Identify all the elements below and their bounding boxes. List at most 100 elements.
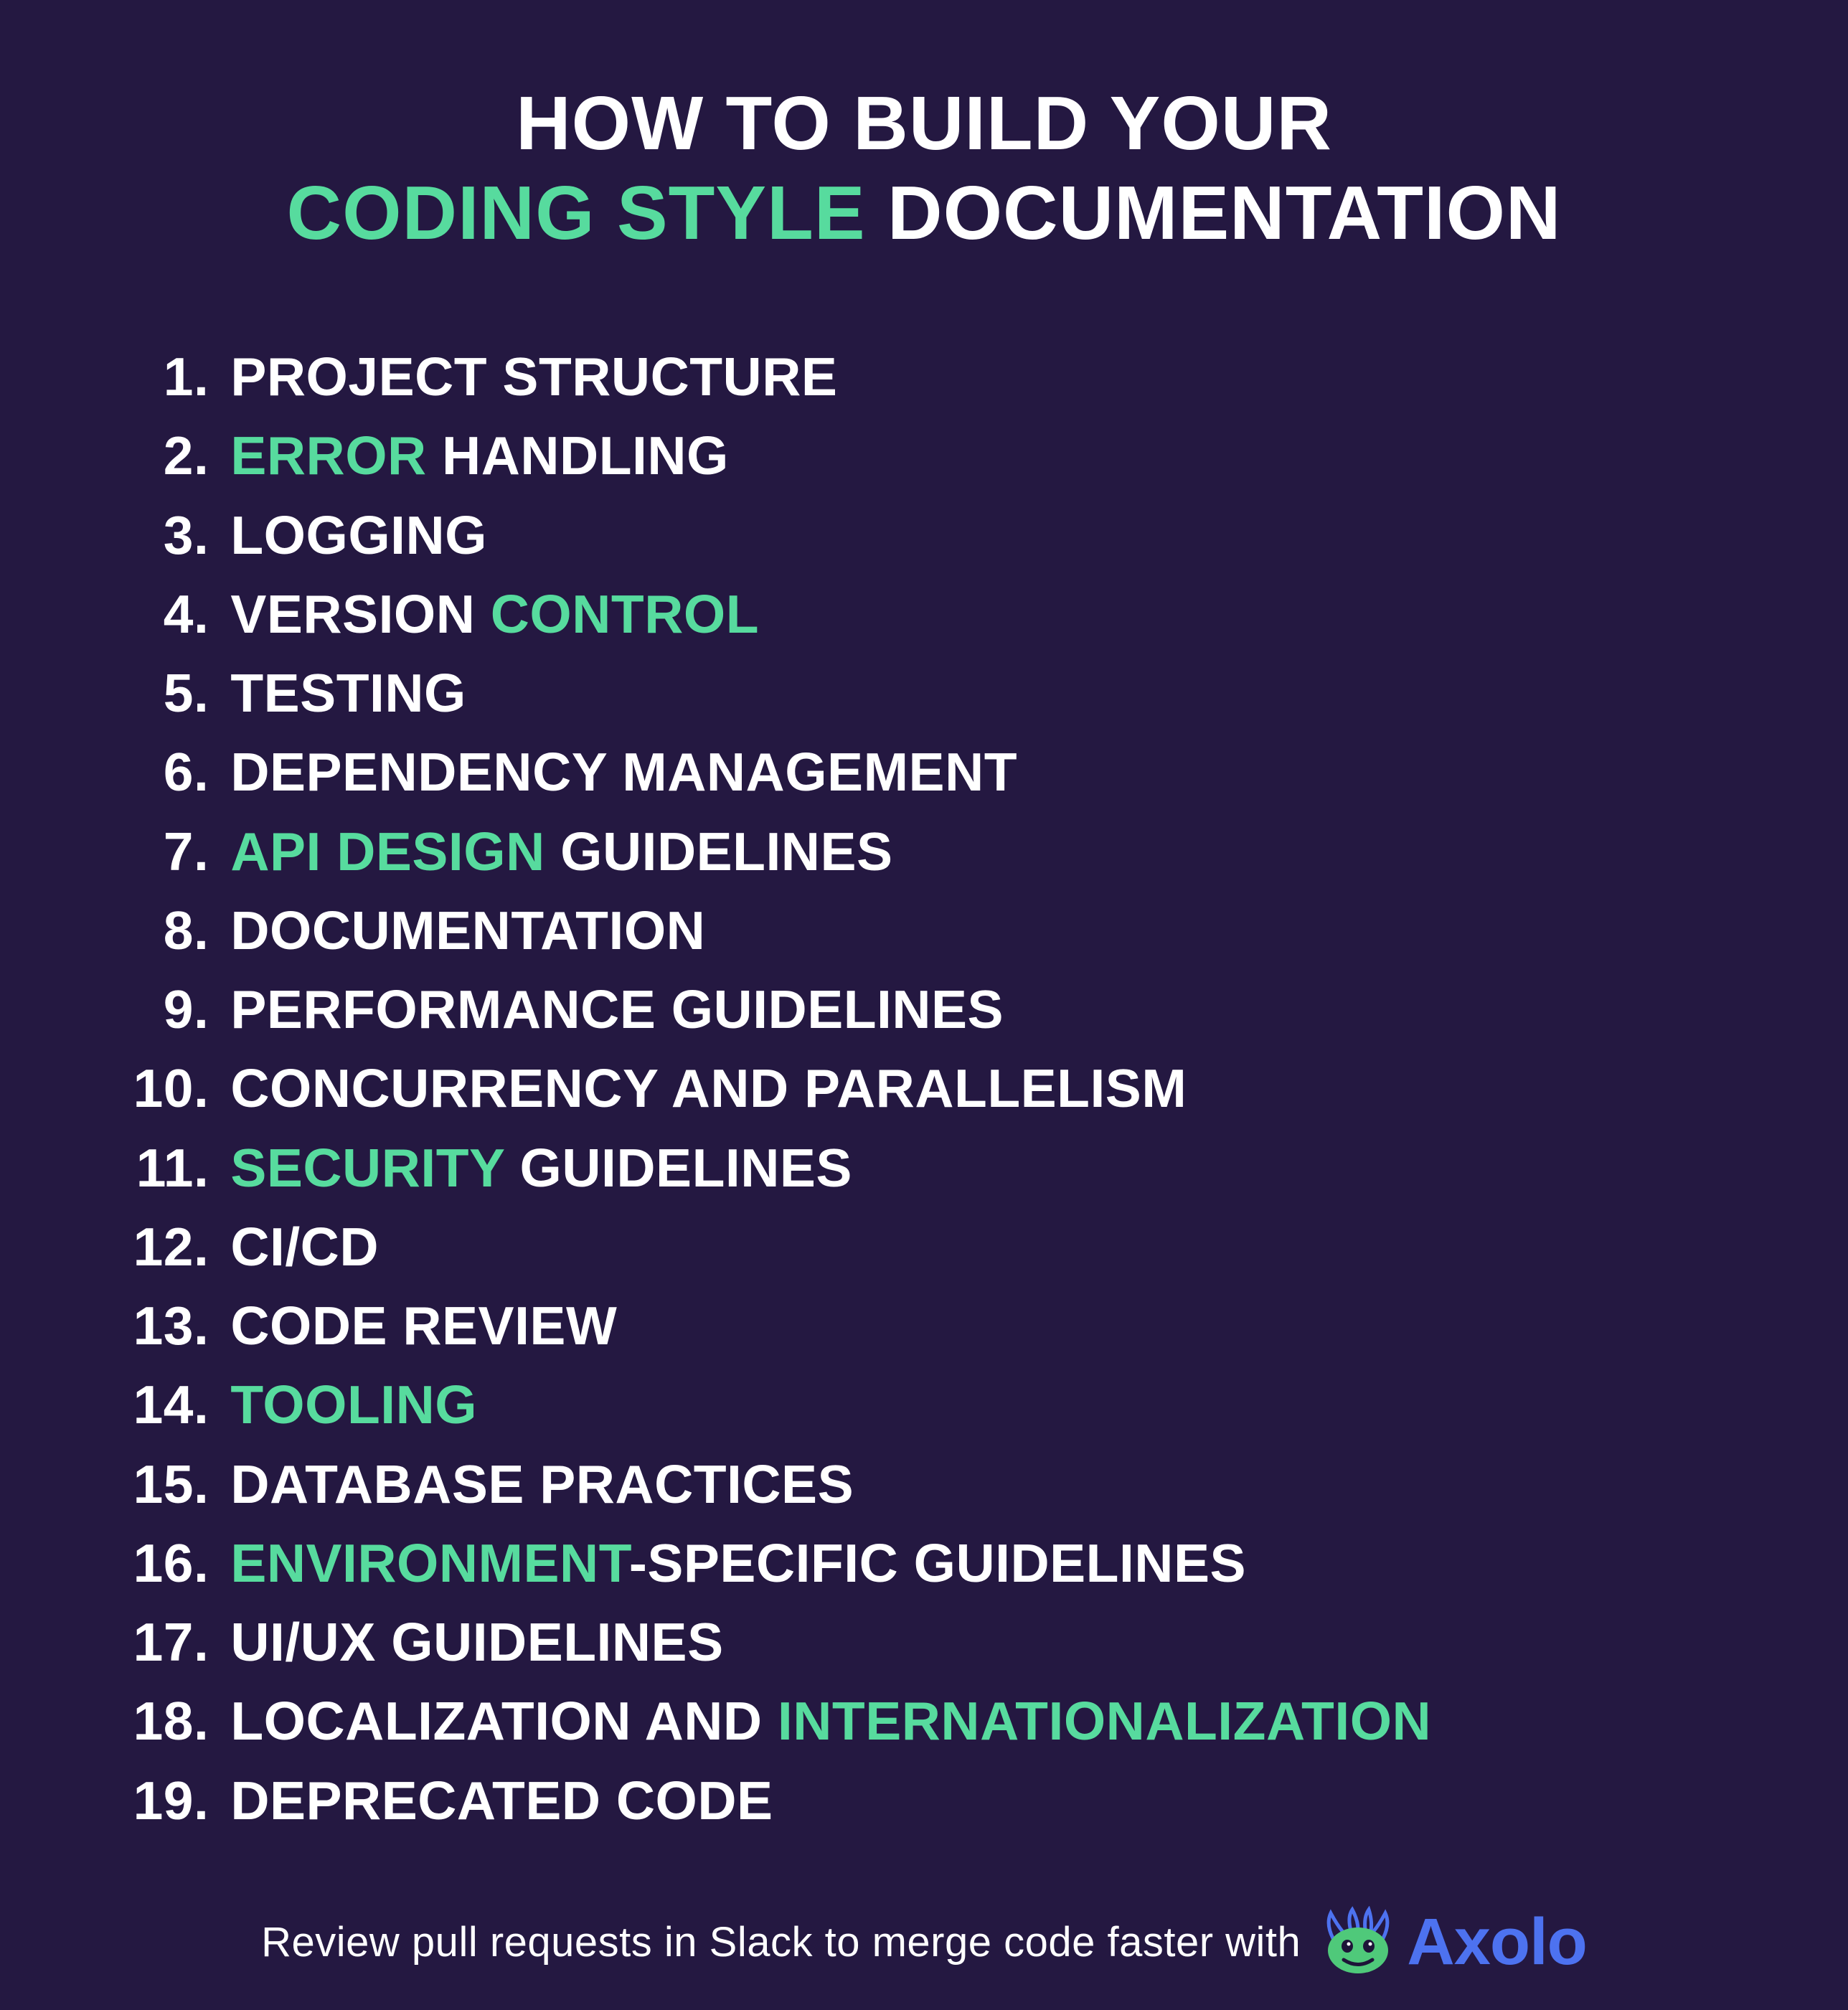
item-number: 9 (93, 970, 194, 1049)
item-text-accent: ENVIRONMENT (230, 1533, 629, 1593)
list-item: 3. LOGGING (93, 496, 1776, 575)
item-text-accent: INTERNATIONALIZATION (778, 1691, 1431, 1751)
item-text: DATABASE PRACTICES (230, 1445, 1776, 1524)
item-text-plain: PROJECT STRUCTURE (230, 346, 837, 407)
item-number: 3 (93, 496, 194, 575)
item-text-plain: TESTING (230, 663, 466, 723)
list-item: 19. DEPRECATED CODE (93, 1761, 1776, 1840)
item-dot: . (194, 1445, 209, 1524)
item-text: LOGGING (230, 496, 1776, 575)
title-line1: HOW TO BUILD YOUR (516, 81, 1332, 166)
item-text-plain: CODE REVIEW (230, 1296, 617, 1356)
item-number: 6 (93, 732, 194, 811)
item-text-plain: GUIDELINES (504, 1138, 852, 1198)
list-item: 10. CONCURRENCY AND PARALLELISM (93, 1049, 1776, 1128)
item-dot: . (194, 1286, 209, 1365)
topic-list: 1. PROJECT STRUCTURE 2. ERROR HANDLING 3. LOG… (72, 337, 1776, 1840)
item-text-plain: DATABASE PRACTICES (230, 1454, 854, 1514)
footer-text: Review pull requests in Slack to merge c… (261, 1918, 1301, 1966)
item-number: 5 (93, 654, 194, 732)
item-text: DEPRECATED CODE (230, 1761, 1776, 1840)
item-number: 4 (93, 575, 194, 654)
axolo-icon (1322, 1906, 1394, 1978)
item-text: ENVIRONMENT-SPECIFIC GUIDELINES (230, 1524, 1776, 1603)
item-text: SECURITY GUIDELINES (230, 1128, 1776, 1207)
item-text: TOOLING (230, 1365, 1776, 1444)
item-dot: . (194, 496, 209, 575)
item-number: 8 (93, 891, 194, 970)
item-number: 1 (93, 337, 194, 416)
item-text: CI/CD (230, 1207, 1776, 1286)
list-item: 2. ERROR HANDLING (93, 416, 1776, 495)
list-item: 15. DATABASE PRACTICES (93, 1445, 1776, 1524)
item-text-plain: VERSION (230, 584, 490, 644)
list-item: 6. DEPENDENCY MANAGEMENT (93, 732, 1776, 811)
item-text: CONCURRENCY AND PARALLELISM (230, 1049, 1776, 1128)
item-dot: . (194, 1049, 209, 1128)
item-text: CODE REVIEW (230, 1286, 1776, 1365)
list-item: 7. API DESIGN GUIDELINES (93, 812, 1776, 891)
list-item: 14.TOOLING (93, 1365, 1776, 1444)
item-text-plain: DEPRECATED CODE (230, 1770, 773, 1831)
item-text-plain: CONCURRENCY AND PARALLELISM (230, 1058, 1187, 1118)
item-text-plain: LOGGING (230, 505, 487, 565)
item-text-plain: LOCALIZATION AND (230, 1691, 778, 1751)
item-dot: . (194, 337, 209, 416)
item-number: 15 (93, 1445, 194, 1524)
item-text: TESTING (230, 654, 1776, 732)
list-item: 4. VERSION CONTROL (93, 575, 1776, 654)
item-text: DOCUMENTATION (230, 891, 1776, 970)
item-text: ERROR HANDLING (230, 416, 1776, 495)
item-number: 11 (93, 1128, 194, 1207)
item-dot: . (194, 1524, 209, 1603)
item-number: 17 (93, 1603, 194, 1681)
item-number: 16 (93, 1524, 194, 1603)
item-text-accent: API DESIGN (230, 821, 544, 882)
page-container: HOW TO BUILD YOUR CODING STYLE DOCUMENTA… (0, 0, 1848, 2010)
item-text: PROJECT STRUCTURE (230, 337, 1776, 416)
item-dot: . (194, 1128, 209, 1207)
item-text-accent: CONTROL (491, 584, 759, 644)
item-text-accent: ERROR (230, 425, 426, 486)
item-number: 13 (93, 1286, 194, 1365)
item-dot: . (194, 654, 209, 732)
list-item: 1. PROJECT STRUCTURE (93, 337, 1776, 416)
item-dot: . (194, 1761, 209, 1840)
item-text-accent: TOOLING (230, 1374, 477, 1435)
item-text-plain: UI/UX GUIDELINES (230, 1612, 723, 1672)
item-text: LOCALIZATION AND INTERNATIONALIZATION (230, 1681, 1776, 1760)
title-line2-accent: CODING STYLE (287, 171, 866, 255)
item-text-plain: PERFORMANCE GUIDELINES (230, 979, 1004, 1039)
item-number: 18 (93, 1681, 194, 1760)
item-text-plain: HANDLING (427, 425, 729, 486)
item-text: DEPENDENCY MANAGEMENT (230, 732, 1776, 811)
item-dot: . (194, 812, 209, 891)
list-item: 17. UI/UX GUIDELINES (93, 1603, 1776, 1681)
page-title: HOW TO BUILD YOUR CODING STYLE DOCUMENTA… (72, 79, 1776, 258)
item-text-plain: -SPECIFIC GUIDELINES (629, 1533, 1246, 1593)
item-dot: . (194, 1603, 209, 1681)
item-dot: . (194, 575, 209, 654)
item-text: VERSION CONTROL (230, 575, 1776, 654)
item-number: 10 (93, 1049, 194, 1128)
item-dot: . (194, 732, 209, 811)
list-item: 5. TESTING (93, 654, 1776, 732)
item-dot: . (194, 1207, 209, 1286)
item-dot: . (194, 891, 209, 970)
item-text: UI/UX GUIDELINES (230, 1603, 1776, 1681)
item-number: 12 (93, 1207, 194, 1286)
list-item: 11. SECURITY GUIDELINES (93, 1128, 1776, 1207)
item-text-accent: SECURITY (230, 1138, 504, 1198)
item-text-plain: DOCUMENTATION (230, 900, 705, 961)
brand-logo-group: Axolo (1322, 1905, 1587, 1980)
item-text: PERFORMANCE GUIDELINES (230, 970, 1776, 1049)
item-text-plain: CI/CD (230, 1217, 379, 1277)
brand-name: Axolo (1407, 1905, 1587, 1980)
item-text-plain: GUIDELINES (545, 821, 893, 882)
item-text-plain: DEPENDENCY MANAGEMENT (230, 742, 1017, 802)
item-dot: . (194, 416, 209, 495)
list-item: 16. ENVIRONMENT-SPECIFIC GUIDELINES (93, 1524, 1776, 1603)
item-number: 2 (93, 416, 194, 495)
item-number: 19 (93, 1761, 194, 1840)
item-number: 7 (93, 812, 194, 891)
